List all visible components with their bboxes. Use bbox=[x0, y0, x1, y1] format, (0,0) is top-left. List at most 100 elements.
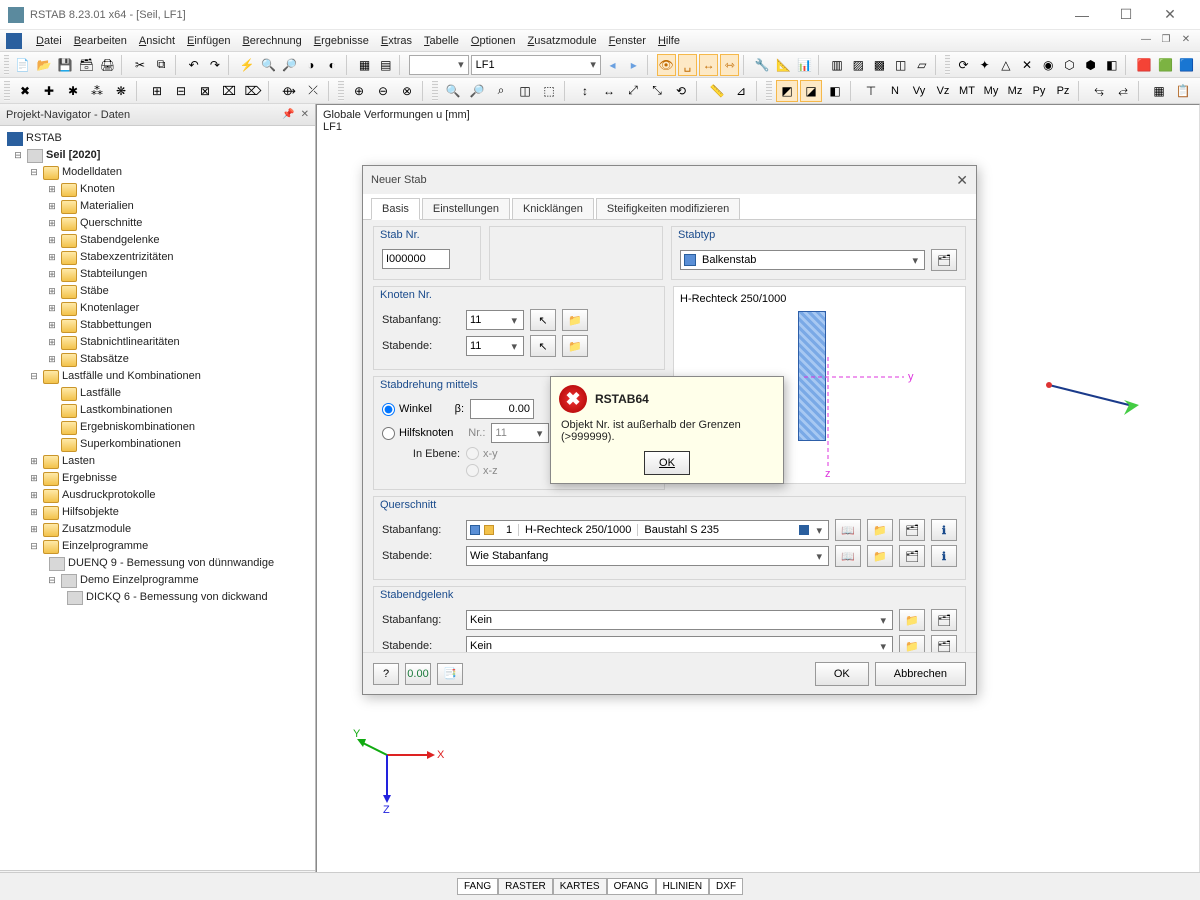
opt-hilfsknoten[interactable]: Hilfsknoten bbox=[382, 427, 453, 440]
menu-ansicht[interactable]: Ansicht bbox=[133, 33, 181, 49]
tb-n5[interactable]: ▱ bbox=[912, 54, 931, 76]
opt-winkel[interactable]: Winkel bbox=[382, 403, 432, 416]
tree-item[interactable]: ⊞Stabteilungen bbox=[2, 266, 313, 283]
tree-item[interactable]: ⊞Querschnitte bbox=[2, 215, 313, 232]
tree-item[interactable]: Superkombinationen bbox=[2, 436, 313, 453]
qs-a-lib[interactable]: 📖 bbox=[835, 519, 861, 541]
tb-m3[interactable]: 📊 bbox=[795, 54, 814, 76]
qs-a-new[interactable]: 📁 bbox=[867, 519, 893, 541]
t2-Vz[interactable]: Vz bbox=[932, 80, 954, 102]
tb-e[interactable]: ◐ bbox=[322, 54, 341, 76]
t2-ab[interactable]: ◩ bbox=[776, 80, 798, 102]
help-button[interactable]: ? bbox=[373, 663, 399, 685]
close-button[interactable]: ✕ bbox=[1148, 1, 1192, 29]
sb-fang[interactable]: FANG bbox=[457, 878, 498, 895]
tb-p3[interactable]: 🟦 bbox=[1177, 54, 1196, 76]
error-ok-button[interactable]: OK bbox=[644, 451, 690, 475]
new-node-a[interactable]: 📁 bbox=[562, 309, 588, 331]
stabnr-input[interactable] bbox=[382, 249, 450, 269]
tb-o2[interactable]: ✦ bbox=[975, 54, 994, 76]
tb-res-c[interactable]: ↔ bbox=[699, 54, 718, 76]
tab-basis[interactable]: Basis bbox=[371, 198, 420, 220]
menu-fenster[interactable]: Fenster bbox=[603, 33, 652, 49]
t2-Vy[interactable]: Vy bbox=[908, 80, 930, 102]
t2-Py[interactable]: Py bbox=[1028, 80, 1050, 102]
t2-ah[interactable]: ▦ bbox=[1148, 80, 1170, 102]
t2-j[interactable]: ⌦ bbox=[242, 80, 264, 102]
qs-ende-combo[interactable]: Wie Stabanfang▾ bbox=[466, 546, 829, 566]
sb-ofang[interactable]: OFANG bbox=[607, 878, 656, 895]
qs-a-edit[interactable]: 🗂 bbox=[899, 519, 925, 541]
tb-next[interactable]: ▸ bbox=[624, 54, 643, 76]
t2-m[interactable]: ⊕ bbox=[348, 80, 370, 102]
t2-af[interactable]: ⥃ bbox=[1088, 80, 1110, 102]
t2-ag[interactable]: ⥄ bbox=[1112, 80, 1134, 102]
tb-p1[interactable]: 🟥 bbox=[1135, 54, 1154, 76]
tb-o7[interactable]: ⬢ bbox=[1081, 54, 1100, 76]
tb-n4[interactable]: ◫ bbox=[891, 54, 910, 76]
opt-xy[interactable]: x-y bbox=[466, 447, 498, 460]
mdi-close[interactable]: ✕ bbox=[1178, 34, 1194, 48]
t2-ae[interactable]: ⊤ bbox=[860, 80, 882, 102]
tb-save[interactable]: 💾 bbox=[56, 54, 75, 76]
tree-item[interactable]: ⊞Knotenlager bbox=[2, 300, 313, 317]
tb-n2[interactable]: ▨ bbox=[849, 54, 868, 76]
pick-button[interactable]: 📑 bbox=[437, 663, 463, 685]
tb-saveall[interactable]: 🗃 bbox=[77, 54, 96, 76]
t2-d[interactable]: ⁂ bbox=[86, 80, 108, 102]
tb-d[interactable]: ◑ bbox=[301, 54, 320, 76]
menu-ergebnisse[interactable]: Ergebnisse bbox=[308, 33, 375, 49]
dialog-cancel[interactable]: Abbrechen bbox=[875, 662, 966, 686]
tree-item[interactable]: ⊞Stabendgelenke bbox=[2, 232, 313, 249]
sb-kartes[interactable]: KARTES bbox=[553, 878, 607, 895]
t2-ai[interactable]: 📋 bbox=[1172, 80, 1194, 102]
tb-p2[interactable]: 🟩 bbox=[1156, 54, 1175, 76]
t2-h[interactable]: ⊠ bbox=[194, 80, 216, 102]
navigator-tree[interactable]: RSTAB ⊟Seil [2020] ⊟Modelldaten ⊞Knoten⊞… bbox=[0, 126, 315, 870]
tree-item[interactable]: ⊞Materialien bbox=[2, 198, 313, 215]
tb-undo[interactable]: ↶ bbox=[184, 54, 203, 76]
tb-m1[interactable]: 🔧 bbox=[753, 54, 772, 76]
gelenk-anfang-combo[interactable]: Kein▾ bbox=[466, 610, 893, 630]
units-button[interactable]: 0.00 bbox=[405, 663, 431, 685]
tree-item[interactable]: ⊞Ergebnisse bbox=[2, 470, 313, 487]
tb-c[interactable]: 🔎 bbox=[280, 54, 299, 76]
t2-aa[interactable]: ⊿ bbox=[730, 80, 752, 102]
tree-item[interactable]: Ergebniskombinationen bbox=[2, 419, 313, 436]
pick-node-e[interactable]: ↖ bbox=[530, 335, 556, 357]
t2-r[interactable]: ⌕ bbox=[490, 80, 512, 102]
menu-zusatzmodule[interactable]: Zusatzmodule bbox=[522, 33, 603, 49]
t2-g[interactable]: ⊟ bbox=[170, 80, 192, 102]
hilfsknoten-combo[interactable]: 11▾ bbox=[491, 423, 549, 443]
tree-item[interactable]: ⊞Stabnichtlinearitäten bbox=[2, 334, 313, 351]
t2-u[interactable]: ↕ bbox=[574, 80, 596, 102]
mdi-minimize[interactable]: ― bbox=[1138, 34, 1154, 48]
stabtyp-pick[interactable]: 🗂 bbox=[931, 249, 957, 271]
gelenk-a-edit[interactable]: 🗂 bbox=[931, 609, 957, 631]
tree-item[interactable]: ⊞Lasten bbox=[2, 453, 313, 470]
mdi-restore[interactable]: ❐ bbox=[1158, 34, 1174, 48]
tree-item[interactable]: ⊞Knoten bbox=[2, 181, 313, 198]
tree-item[interactable]: ⊞Stabexzentrizitäten bbox=[2, 249, 313, 266]
beta-input[interactable] bbox=[470, 399, 534, 419]
tree-item[interactable]: Lastfälle bbox=[2, 385, 313, 402]
qs-anfang-combo[interactable]: 1 H-Rechteck 250/1000 Baustahl S 235 ▾ bbox=[466, 520, 829, 540]
tb-copy[interactable]: ⧉ bbox=[152, 54, 171, 76]
gelenk-a-new[interactable]: 📁 bbox=[899, 609, 925, 631]
pick-node-a[interactable]: ↖ bbox=[530, 309, 556, 331]
tb-o8[interactable]: ◧ bbox=[1102, 54, 1121, 76]
tree-item[interactable]: ⊞Hilfsobjekte bbox=[2, 504, 313, 521]
new-node-e[interactable]: 📁 bbox=[562, 335, 588, 357]
tab-steifigkeiten[interactable]: Steifigkeiten modifizieren bbox=[596, 198, 740, 219]
t2-n[interactable]: ⊖ bbox=[372, 80, 394, 102]
tb-redo[interactable]: ↷ bbox=[205, 54, 224, 76]
t2-i[interactable]: ⌧ bbox=[218, 80, 240, 102]
navigator-close[interactable]: ✕ bbox=[301, 109, 309, 120]
knoten-anfang-combo[interactable]: 11▾ bbox=[466, 310, 524, 330]
tab-einstellungen[interactable]: Einstellungen bbox=[422, 198, 510, 219]
tb-prev[interactable]: ◂ bbox=[603, 54, 622, 76]
tb-a[interactable]: ⚡ bbox=[238, 54, 257, 76]
tb-o4[interactable]: ✕ bbox=[1017, 54, 1036, 76]
tb-res-d[interactable]: ⇿ bbox=[720, 54, 739, 76]
menu-hilfe[interactable]: Hilfe bbox=[652, 33, 686, 49]
